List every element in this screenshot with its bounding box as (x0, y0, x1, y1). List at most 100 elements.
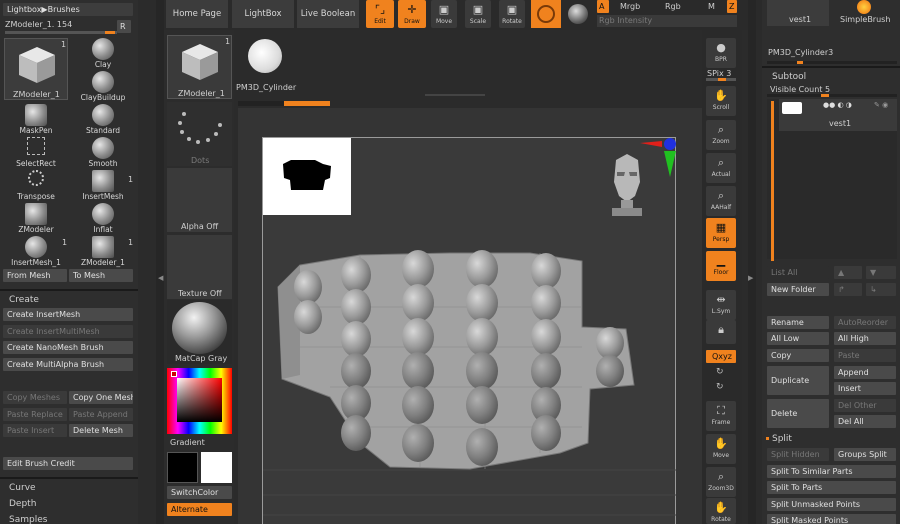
m-toggle[interactable]: M (708, 2, 715, 11)
to-mesh-button[interactable]: To Mesh (69, 269, 133, 282)
actual-button[interactable]: ⌕ Actual (706, 153, 736, 183)
curve-section[interactable]: Curve (9, 483, 36, 493)
autoreorder-button[interactable]: AutoReorder (834, 316, 896, 329)
left-splitter[interactable] (156, 0, 164, 524)
lock-button[interactable]: 🔒︎ (706, 320, 736, 344)
all-high-button[interactable]: All High (834, 332, 896, 345)
groups-split-button[interactable]: Groups Split (834, 448, 896, 461)
edit-brush-credit-button[interactable]: Edit Brush Credit (3, 457, 133, 470)
subtool-scrollbar[interactable] (771, 101, 774, 261)
create-multialpha-brush-button[interactable]: Create MultiAlpha Brush (3, 358, 133, 371)
all-low-button[interactable]: All Low (767, 332, 829, 345)
split-to-parts-button[interactable]: Split To Parts (767, 481, 896, 494)
depth-section[interactable]: Depth (9, 499, 36, 509)
copy-meshes-button[interactable]: Copy Meshes (3, 391, 67, 404)
rgb-intensity-slider[interactable]: Rgb Intensity (597, 15, 737, 27)
split-masked-points-button[interactable]: Split Masked Points (767, 514, 896, 524)
visible-count-label[interactable]: Visible Count 5 (770, 85, 830, 94)
edit-mode-button[interactable]: ⌜⌟ Edit (366, 0, 394, 28)
spix-slider[interactable] (706, 78, 736, 81)
r-button[interactable]: R (117, 20, 131, 33)
split-to-similar-parts-button[interactable]: Split To Similar Parts (767, 465, 896, 478)
brush-standard[interactable]: Standard (86, 104, 120, 135)
brush-smooth[interactable]: Smooth (88, 137, 118, 168)
color-sphere-icon[interactable] (568, 4, 588, 24)
tray-zmodeler-thumb[interactable]: ZModeler_1 1 (167, 35, 232, 99)
create-nanomesh-brush-button[interactable]: Create NanoMesh Brush (3, 341, 133, 354)
stroke-dots-thumb[interactable]: Dots (167, 102, 232, 166)
move-up-button[interactable]: ▲ (834, 266, 862, 279)
rotate-small-icon[interactable]: ↻ (716, 382, 724, 392)
zoom-button[interactable]: ⌕ Zoom (706, 120, 736, 150)
scroll-button[interactable]: ✋ Scroll (706, 86, 736, 116)
material-sphere-button[interactable] (531, 0, 561, 28)
subtool-eye-icon[interactable]: ●● ◐ ◑ (823, 101, 852, 109)
alternate-button[interactable]: Alternate (167, 503, 232, 516)
gradient-label[interactable]: Gradient (170, 438, 205, 447)
xyz-button[interactable]: Qxyz (706, 350, 736, 363)
a-toggle[interactable]: A (597, 0, 609, 13)
rename-button[interactable]: Rename (767, 316, 829, 329)
del-all-button[interactable]: Del All (834, 415, 896, 428)
vest-mesh[interactable] (270, 247, 640, 479)
matcap-thumb[interactable]: MatCap Gray (167, 300, 232, 364)
main-color-swatch[interactable] (167, 452, 198, 483)
rgb-toggle[interactable]: Rgb (665, 2, 681, 11)
draw-mode-button[interactable]: ✛ Draw (398, 0, 426, 28)
list-all-button[interactable]: List All (767, 266, 829, 279)
insert-button[interactable]: Insert (834, 382, 896, 395)
delete-button[interactable]: Delete (767, 399, 829, 428)
paste-insert-button[interactable]: Paste Insert (3, 424, 67, 437)
aahalf-button[interactable]: ⌕ AAHalf (706, 186, 736, 216)
split-header[interactable]: Split (772, 434, 792, 444)
create-insertmesh-button[interactable]: Create InsertMesh (3, 308, 133, 321)
move-button[interactable]: ✋ Move (706, 434, 736, 464)
bpr-button[interactable]: ● BPR (706, 38, 736, 68)
create-insertmultimesh-button[interactable]: Create InsertMultiMesh (3, 325, 133, 338)
color-picker-square[interactable] (177, 378, 222, 422)
brush-clay[interactable]: Clay (88, 38, 118, 69)
secondary-color-swatch[interactable] (201, 452, 232, 483)
texture-off-thumb[interactable]: Texture Off (167, 235, 232, 299)
brush-inflat[interactable]: Inflat (88, 203, 118, 234)
folder-down-button[interactable]: ↳ (866, 283, 896, 296)
subtool-item-vest1[interactable]: ●● ◐ ◑ ✎ ◉ vest1 (779, 99, 897, 131)
split-unmasked-points-button[interactable]: Split Unmasked Points (767, 498, 896, 511)
new-folder-button[interactable]: New Folder (767, 283, 829, 296)
brush-zmodeler[interactable]: ZModeler (18, 203, 54, 234)
scale-mode-button[interactable]: ▣ Scale (465, 0, 491, 28)
rotate-mode-button[interactable]: ▣ Rotate (499, 0, 525, 28)
lsym-button[interactable]: ⇹ L.Sym (706, 290, 736, 320)
visible-count-slider[interactable] (767, 94, 897, 97)
navigation-inset[interactable] (263, 138, 351, 215)
copy-button[interactable]: Copy (767, 349, 829, 362)
brush-selectrect[interactable]: SelectRect (16, 137, 56, 168)
head-preview-icon[interactable] (608, 152, 646, 218)
floor-button[interactable]: ▁ Floor (706, 251, 736, 281)
viewport-handle[interactable] (425, 94, 485, 97)
split-hidden-button[interactable]: Split Hidden (767, 448, 829, 461)
paste-replace-button[interactable]: Paste Replace (3, 408, 67, 421)
rotate-small-icon[interactable]: ↻ (716, 367, 724, 377)
persp-button[interactable]: ▦ Persp (706, 218, 736, 248)
subtool-brush-icon[interactable]: ✎ ◉ (874, 101, 888, 109)
live-boolean-button[interactable]: Live Boolean (297, 0, 359, 28)
copy-one-mesh-button[interactable]: Copy One Mesh (69, 391, 133, 404)
color-picker[interactable] (167, 368, 232, 434)
brush-transpose[interactable]: Transpose (17, 170, 55, 201)
switchcolor-button[interactable]: SwitchColor (167, 486, 232, 499)
z-toggle[interactable]: Z (727, 0, 737, 13)
tool-pm3d-cylinder-label[interactable]: PM3D_Cylinder3 (768, 48, 833, 57)
home-page-button[interactable]: Home Page (166, 0, 228, 28)
brush-size-slider[interactable] (5, 31, 117, 34)
spix-label[interactable]: SPix 3 (707, 69, 731, 78)
move-mode-button[interactable]: ▣ Move (431, 0, 457, 28)
current-brush-thumb[interactable]: ZModeler_1 1 (4, 38, 68, 100)
frame-button[interactable]: ⛶ Frame (706, 401, 736, 431)
pm3d-cylinder-thumb[interactable]: PM3D_Cylinder (236, 35, 302, 95)
zoom3d-button[interactable]: ⌕ Zoom3D (706, 467, 736, 497)
pm3d-slider[interactable] (238, 101, 330, 106)
mrgb-toggle[interactable]: Mrgb (620, 2, 640, 11)
del-other-button[interactable]: Del Other (834, 399, 896, 412)
brush-claybuildup[interactable]: ClayBuildup (81, 71, 125, 102)
